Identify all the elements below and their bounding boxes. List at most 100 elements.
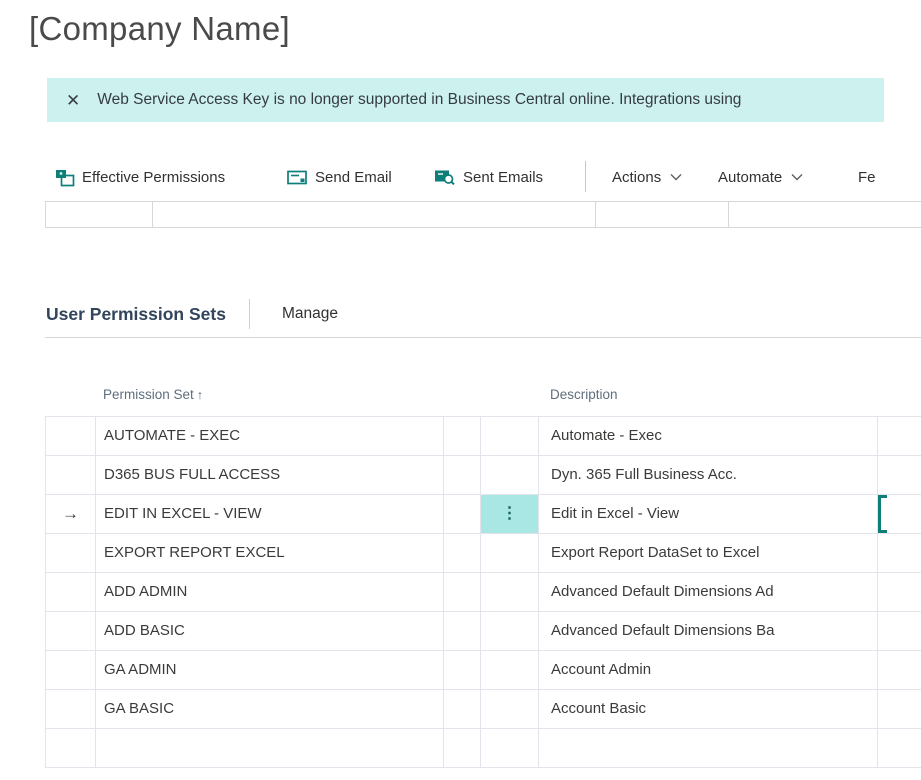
sent-emails-icon	[434, 168, 456, 186]
send-email-label: Send Email	[315, 169, 392, 186]
empty-grid-cell[interactable]	[46, 202, 153, 227]
row-menu-cell[interactable]	[481, 573, 539, 611]
description-cell[interactable]	[539, 729, 878, 767]
row-selector-cell[interactable]	[46, 417, 96, 455]
permission-set-cell[interactable]: EDIT IN EXCEL - VIEW	[96, 495, 444, 533]
row-menu-cell[interactable]	[481, 729, 539, 767]
empty-grid-cell[interactable]	[153, 202, 596, 227]
row-menu-cell[interactable]	[481, 612, 539, 650]
section-divider	[249, 299, 250, 329]
empty-grid-strip	[45, 201, 921, 228]
automate-menu[interactable]: Automate	[718, 158, 803, 196]
description-cell[interactable]: Account Basic	[539, 690, 878, 728]
spacer-cell	[444, 612, 481, 650]
actions-menu[interactable]: Actions	[612, 158, 682, 196]
table-row[interactable]: AUTOMATE - EXEC Automate - Exec	[46, 417, 921, 456]
spacer-cell	[444, 729, 481, 767]
column-header-description[interactable]: Description	[550, 387, 618, 402]
sent-emails-label: Sent Emails	[463, 169, 543, 186]
description-cell[interactable]: Advanced Default Dimensions Ad	[539, 573, 878, 611]
row-menu-cell[interactable]	[481, 651, 539, 689]
table-row[interactable]: GA BASIC Account Basic	[46, 690, 921, 729]
row-menu-cell[interactable]	[481, 456, 539, 494]
permission-set-cell[interactable]: AUTOMATE - EXEC	[96, 417, 444, 455]
description-cell[interactable]: Edit in Excel - View	[539, 495, 878, 533]
notification-bar: ✕ Web Service Access Key is no longer su…	[47, 78, 884, 122]
section-rule	[45, 337, 921, 338]
empty-grid-cell[interactable]	[596, 202, 729, 227]
table-row[interactable]: ADD BASIC Advanced Default Dimensions Ba	[46, 612, 921, 651]
vertical-ellipsis-icon: ⋮	[502, 506, 518, 522]
row-ellipsis-menu[interactable]: ⋮	[481, 495, 539, 533]
description-cell[interactable]: Dyn. 365 Full Business Acc.	[539, 456, 878, 494]
column-header-permission-set[interactable]: Permission Set ↑	[103, 387, 203, 402]
cell-focus-border	[878, 495, 887, 533]
spacer-cell	[444, 417, 481, 455]
clipped-cell[interactable]	[878, 729, 921, 767]
clipped-cell[interactable]	[878, 417, 921, 455]
close-icon[interactable]: ✕	[64, 90, 82, 111]
table-row[interactable]: ADD ADMIN Advanced Default Dimensions Ad	[46, 573, 921, 612]
fewer-options-label: Fe	[858, 169, 876, 186]
manage-menu[interactable]: Manage	[282, 305, 338, 323]
description-cell[interactable]: Account Admin	[539, 651, 878, 689]
empty-grid-cell[interactable]	[729, 202, 921, 227]
spacer-cell	[444, 651, 481, 689]
row-menu-cell[interactable]	[481, 690, 539, 728]
clipped-cell[interactable]	[878, 651, 921, 689]
page-title: [Company Name]	[29, 10, 290, 48]
actions-menu-label: Actions	[612, 169, 661, 186]
row-selector-cell[interactable]	[46, 690, 96, 728]
table-row-empty[interactable]	[46, 729, 921, 768]
effective-permissions-icon	[55, 168, 75, 187]
spacer-cell	[444, 534, 481, 572]
selected-row-arrow-icon: →	[62, 504, 79, 524]
permission-set-cell[interactable]: EXPORT REPORT EXCEL	[96, 534, 444, 572]
row-selector-cell[interactable]	[46, 534, 96, 572]
clipped-cell[interactable]	[878, 573, 921, 611]
permission-set-cell[interactable]: ADD ADMIN	[96, 573, 444, 611]
effective-permissions-button[interactable]: Effective Permissions	[55, 158, 225, 196]
permission-set-header-label: Permission Set	[103, 387, 194, 402]
table-row[interactable]: D365 BUS FULL ACCESS Dyn. 365 Full Busin…	[46, 456, 921, 495]
permission-set-cell[interactable]: GA BASIC	[96, 690, 444, 728]
chevron-down-icon	[670, 173, 682, 181]
description-cell[interactable]: Automate - Exec	[539, 417, 878, 455]
row-selector-cell[interactable]	[46, 729, 96, 767]
permission-set-cell[interactable]: D365 BUS FULL ACCESS	[96, 456, 444, 494]
table-column-headers: Permission Set ↑ Description	[45, 385, 921, 407]
row-menu-cell[interactable]	[481, 417, 539, 455]
description-cell[interactable]: Advanced Default Dimensions Ba	[539, 612, 878, 650]
permission-set-cell[interactable]: ADD BASIC	[96, 612, 444, 650]
table-row-selected[interactable]: → EDIT IN EXCEL - VIEW ⋮ Edit in Excel -…	[46, 495, 921, 534]
clipped-cell[interactable]	[878, 534, 921, 572]
clipped-cell-focused[interactable]	[878, 495, 921, 533]
row-selector-cell[interactable]	[46, 456, 96, 494]
spacer-cell	[444, 690, 481, 728]
section-header: User Permission Sets Manage	[46, 297, 338, 331]
fewer-options-menu-clipped[interactable]: Fe	[858, 158, 876, 196]
row-menu-cell[interactable]	[481, 534, 539, 572]
permission-set-cell[interactable]: GA ADMIN	[96, 651, 444, 689]
row-selector-cell[interactable]: →	[46, 495, 96, 533]
clipped-cell[interactable]	[878, 690, 921, 728]
spacer-cell	[444, 495, 481, 533]
clipped-cell[interactable]	[878, 612, 921, 650]
row-selector-cell[interactable]	[46, 612, 96, 650]
row-selector-cell[interactable]	[46, 573, 96, 611]
sent-emails-button[interactable]: Sent Emails	[434, 158, 543, 196]
user-permission-sets-table: AUTOMATE - EXEC Automate - Exec D365 BUS…	[45, 416, 921, 768]
description-cell[interactable]: Export Report DataSet to Excel	[539, 534, 878, 572]
clipped-cell[interactable]	[878, 456, 921, 494]
spacer-cell	[444, 456, 481, 494]
spacer-cell	[444, 573, 481, 611]
action-toolbar: Effective Permissions Send Email Sent Em…	[0, 158, 877, 196]
send-email-button[interactable]: Send Email	[287, 158, 392, 196]
table-row[interactable]: GA ADMIN Account Admin	[46, 651, 921, 690]
notification-message: Web Service Access Key is no longer supp…	[97, 91, 741, 109]
chevron-down-icon	[791, 173, 803, 181]
permission-set-cell[interactable]	[96, 729, 444, 767]
table-row[interactable]: EXPORT REPORT EXCEL Export Report DataSe…	[46, 534, 921, 573]
row-selector-cell[interactable]	[46, 651, 96, 689]
automate-menu-label: Automate	[718, 169, 782, 186]
